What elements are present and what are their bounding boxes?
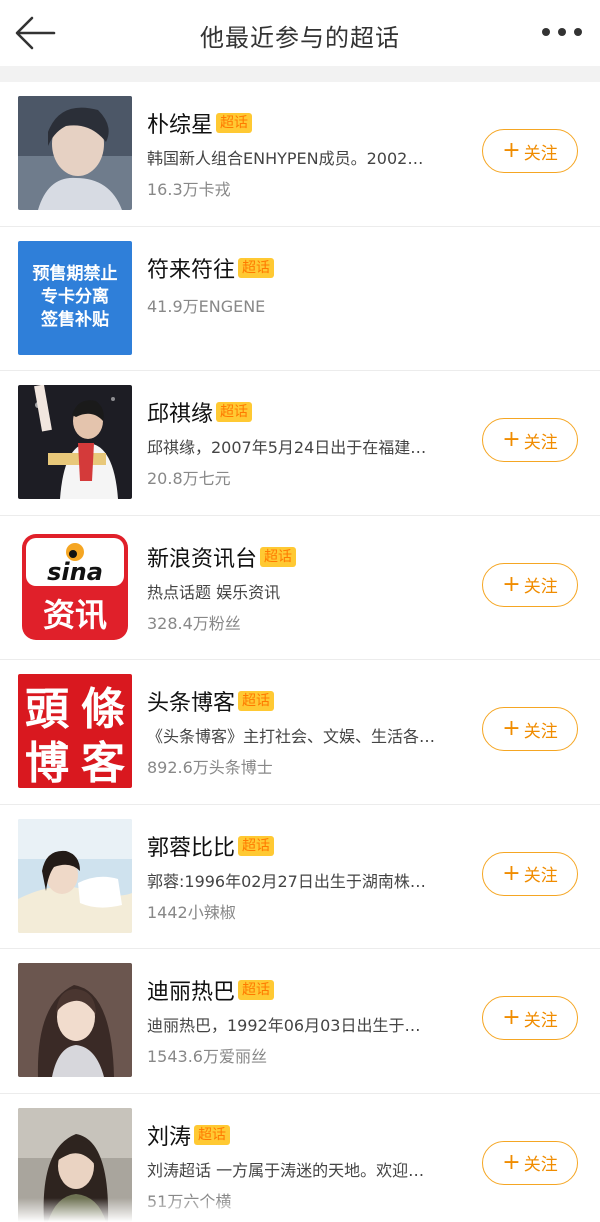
thumb-line: 预售期禁止: [33, 263, 118, 284]
page-title: 他最近参与的超话: [200, 24, 400, 52]
logo-text: 资讯: [43, 596, 107, 634]
logo-char: 博: [25, 738, 69, 788]
supertopic-badge: 超话: [194, 1124, 231, 1145]
list-item[interactable]: 预售期禁止 专卡分离 签售补贴 符来符往 超话 41.9万ENGENE: [0, 227, 600, 371]
follow-button[interactable]: + 关注: [482, 562, 578, 607]
avatar[interactable]: 预售期禁止 专卡分离 签售补贴: [18, 240, 132, 355]
follow-button[interactable]: + 关注: [482, 851, 578, 896]
follow-label: 关注: [523, 577, 558, 597]
list-item[interactable]: 迪丽热巴 超话 迪丽热巴，1992年06月03日出生于… 1543.6万爱丽丝 …: [0, 949, 600, 1094]
follower-count: 328.4万粉丝: [147, 613, 241, 633]
plus-icon: +: [502, 427, 521, 452]
follow-label: 关注: [523, 1010, 558, 1031]
supertopic-badge: 超话: [238, 257, 275, 278]
logo-char: 條: [81, 684, 125, 735]
list-item[interactable]: 郭蓉比比 超话 郭蓉:1996年02月27日出生于湖南株… 1442小辣椒 + 关…: [0, 805, 600, 949]
more-options-icon[interactable]: [542, 22, 582, 42]
topic-description: 郭蓉:1996年02月27日出生于湖南株…: [147, 871, 426, 891]
topic-name[interactable]: 新浪资讯台: [147, 541, 257, 573]
follow-button[interactable]: + 关注: [482, 996, 578, 1040]
follow-label: 关注: [523, 721, 558, 742]
supertopic-badge: 超话: [216, 402, 253, 422]
follow-label: 关注: [523, 143, 558, 164]
top-nav-bar: 他最近参与的超话: [0, 0, 600, 66]
list-item[interactable]: sina 资讯 新浪资讯台 超话 热点话题 娱乐资讯 328.4万粉丝 + 关注: [0, 516, 600, 660]
topic-name[interactable]: 郭蓉比比: [147, 830, 235, 862]
avatar[interactable]: 頭 條 博 客: [18, 674, 132, 788]
plus-icon: +: [502, 138, 521, 163]
plus-icon: +: [502, 860, 521, 886]
topic-description: 刘涛超话 一方属于涛迷的天地。欢迎…: [147, 1160, 425, 1180]
topic-name[interactable]: 符来符往: [147, 252, 235, 284]
supertopic-badge: 超话: [238, 691, 275, 711]
thumb-line: 签售补贴: [40, 309, 109, 330]
topic-name[interactable]: 邱祺缘: [147, 396, 213, 428]
follow-button[interactable]: + 关注: [482, 418, 578, 462]
topic-name[interactable]: 刘涛: [147, 1119, 191, 1151]
plus-icon: +: [502, 716, 521, 741]
follow-button[interactable]: + 关注: [482, 129, 578, 173]
topic-description: 韩国新人组合ENHYPEN成员。2002…: [147, 149, 424, 168]
thumb-line: 专卡分离: [41, 286, 109, 307]
follow-label: 关注: [523, 432, 558, 453]
avatar[interactable]: [18, 385, 132, 499]
topic-description: 邱祺缘，2007年5月24日出于在福建…: [147, 438, 427, 457]
avatar[interactable]: sina 资讯: [18, 529, 132, 644]
topic-name[interactable]: 头条博客: [147, 685, 235, 717]
supertopic-list: 朴综星 超话 韩国新人组合ENHYPEN成员。2002… 16.3万卡戎 + 关注…: [0, 82, 600, 1222]
logo-text: sina: [47, 558, 103, 586]
logo-char: 頭: [25, 684, 70, 735]
supertopic-badge: 超话: [260, 546, 297, 567]
avatar[interactable]: [18, 818, 132, 933]
topic-name[interactable]: 朴综星: [147, 107, 213, 139]
follower-count: 16.3万卡戎: [147, 180, 231, 199]
follow-button[interactable]: + 关注: [482, 1140, 578, 1185]
plus-icon: +: [502, 571, 521, 597]
follow-button[interactable]: + 关注: [482, 707, 578, 751]
list-item[interactable]: 邱祺缘 超话 邱祺缘，2007年5月24日出于在福建… 20.8万七元 + 关注: [0, 371, 600, 516]
plus-icon: +: [502, 1005, 521, 1030]
bottom-fade: [0, 1198, 600, 1222]
topic-description: 《头条博客》主打社会、文娱、生活各…: [147, 727, 436, 746]
follower-count: 1442小辣椒: [147, 902, 236, 922]
list-item[interactable]: 朴综星 超话 韩国新人组合ENHYPEN成员。2002… 16.3万卡戎 + 关注: [0, 82, 600, 227]
follower-count: 41.9万ENGENE: [147, 296, 266, 316]
avatar[interactable]: [18, 963, 132, 1077]
logo-char: 客: [81, 738, 125, 788]
topic-description: 迪丽热巴，1992年06月03日出生于…: [147, 1016, 421, 1035]
supertopic-badge: 超话: [238, 980, 275, 1000]
follow-label: 关注: [523, 1155, 558, 1175]
plus-icon: +: [502, 1149, 521, 1175]
supertopic-badge: 超话: [238, 835, 275, 856]
follower-count: 20.8万七元: [147, 469, 231, 488]
avatar[interactable]: [18, 96, 132, 210]
supertopic-badge: 超话: [216, 113, 253, 133]
topic-name[interactable]: 迪丽热巴: [147, 974, 235, 1006]
follower-count: 892.6万头条博士: [147, 758, 273, 777]
topic-description: 热点话题 娱乐资讯: [147, 582, 281, 602]
section-divider: [0, 66, 600, 82]
follower-count: 1543.6万爱丽丝: [147, 1047, 267, 1066]
list-item[interactable]: 頭 條 博 客 头条博客 超话 《头条博客》主打社会、文娱、生活各… 892.6…: [0, 660, 600, 805]
follow-label: 关注: [523, 866, 558, 886]
